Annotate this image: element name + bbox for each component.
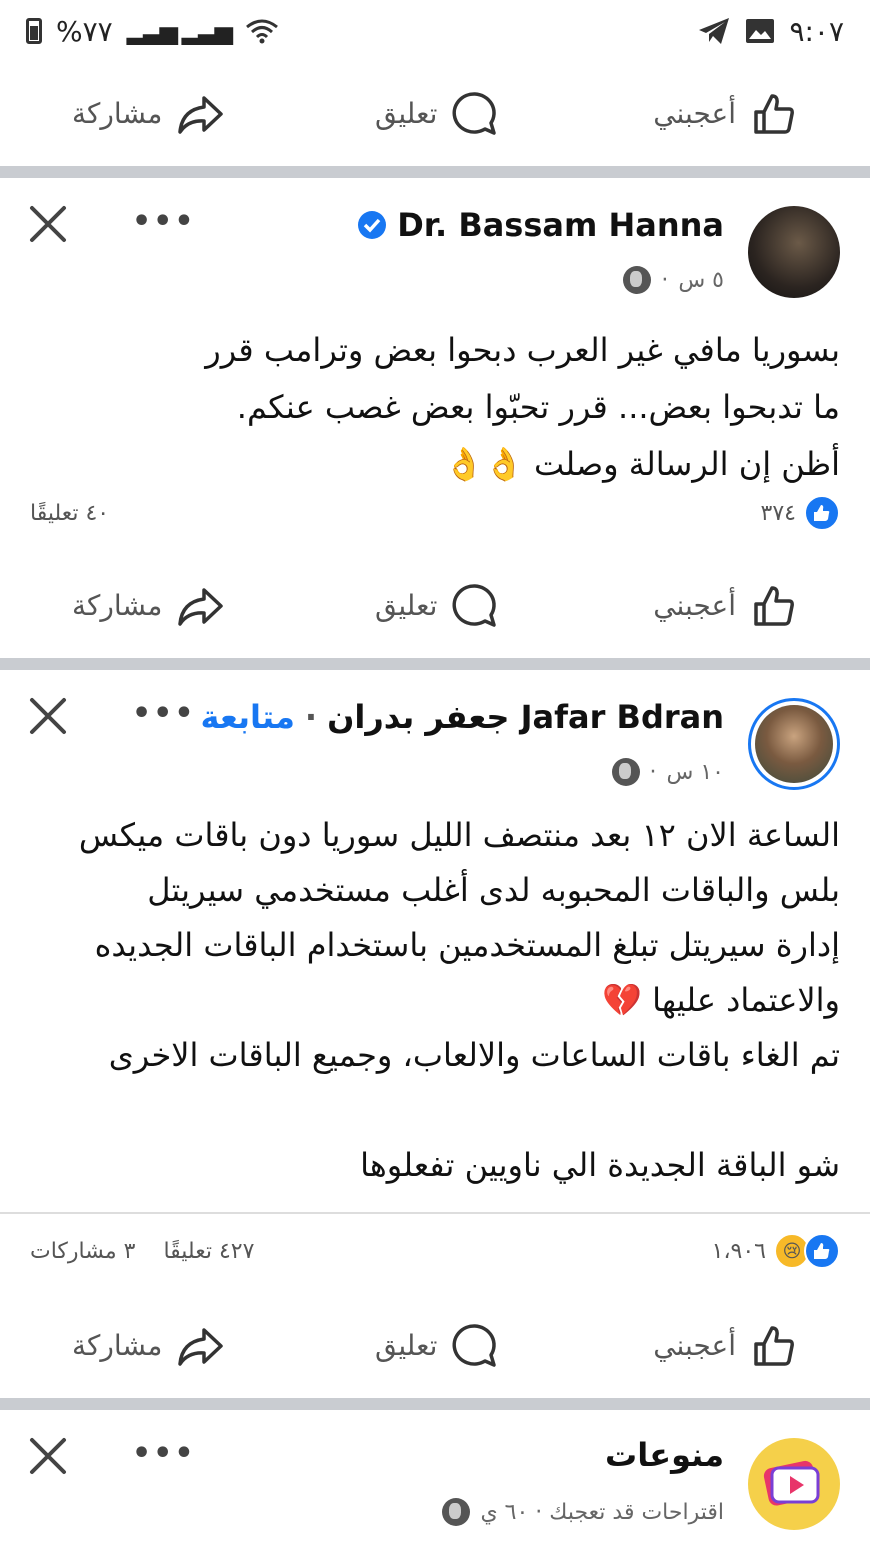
share-label: مشاركة (72, 97, 163, 130)
share-arrow-icon (178, 587, 224, 626)
post-time[interactable]: ٥ س (678, 268, 724, 293)
post-text-line: والاعتماد عليها 💔 (602, 981, 840, 1019)
thumbs-up-icon (754, 585, 794, 626)
like-button[interactable]: أعجبني (653, 582, 798, 630)
telegram-icon (699, 18, 730, 44)
more-options-icon[interactable]: ••• (132, 696, 196, 731)
globe-icon (611, 758, 640, 786)
comment-bubble-icon (452, 91, 497, 135)
post-body: الساعة الان ١٢ بعد منتصف الليل سوريا دون… (30, 808, 840, 1193)
share-arrow-icon (178, 95, 224, 134)
like-label: أعجبني (653, 97, 736, 130)
author-line: Dr. Bassam Hanna (357, 206, 724, 244)
verified-badge-icon (358, 211, 387, 239)
post-text-line (30, 1083, 840, 1138)
avatar[interactable] (748, 206, 840, 298)
comment-label: تعليق (375, 589, 438, 622)
close-icon[interactable] (26, 694, 70, 738)
reaction-count: ١،٩٠٦ (711, 1238, 766, 1264)
post-text-line: ما تدبحوا بعض... قرر تحبّوا بعض غصب عنكم… (236, 388, 840, 426)
gallery-icon (746, 19, 775, 43)
share-button[interactable]: مشاركة (72, 1322, 224, 1370)
globe-icon (442, 1498, 471, 1526)
separator (0, 1212, 870, 1214)
comment-button[interactable]: تعليق (375, 582, 499, 630)
comment-button[interactable]: تعليق (375, 90, 499, 138)
video-play-icon (763, 1460, 820, 1506)
thumbs-up-icon (754, 93, 794, 134)
post-text-line: شو الباقة الجديدة الي ناويين تفعلوها (360, 1146, 840, 1184)
comment-bubble-icon (452, 583, 497, 627)
post-divider (0, 658, 870, 670)
comments-count[interactable]: ٤٠ تعليقًا (30, 501, 109, 526)
page-name[interactable]: منوعات (605, 1436, 724, 1474)
comment-label: تعليق (375, 97, 438, 130)
close-icon[interactable] (26, 202, 70, 246)
post-body: بسوريا مافي غير العرب دبحوا بعض وترامب ق… (30, 322, 840, 493)
like-button[interactable]: أعجبني (653, 1322, 798, 1370)
shares-count: ٣ مشاركات (30, 1239, 136, 1264)
author-line: متابعة · جعفر بدران Jafar Bdran (200, 698, 724, 736)
battery-percent: %٧٧ (56, 14, 113, 48)
globe-icon (623, 266, 652, 294)
action-bar: أعجبني تعليق مشاركة (0, 1298, 870, 1393)
post-time[interactable]: ١٠ س (667, 760, 725, 785)
comment-label: تعليق (375, 1329, 438, 1362)
post-meta: · ١٠ س (611, 758, 725, 786)
post-meta: اقتراحات قد تعجبك · ٦٠ ي (442, 1498, 724, 1526)
comment-bubble-icon (452, 1323, 497, 1367)
post-text-line: إدارة سيريتل تبلغ المستخدمين باستخدام ال… (94, 926, 840, 964)
follow-button[interactable]: متابعة (201, 698, 295, 736)
engagement-counts[interactable]: ٤٢٧ تعليقًا ٣ مشاركات (30, 1239, 254, 1264)
post-meta: · ٥ س (623, 266, 724, 294)
page-avatar[interactable] (748, 1438, 840, 1530)
author-line: منوعات (605, 1436, 724, 1474)
like-label: أعجبني (653, 1329, 736, 1362)
reaction-summary[interactable]: ١،٩٠٦ 😢 (712, 1233, 840, 1269)
author-name[interactable]: جعفر بدران Jafar Bdran (327, 698, 724, 736)
post-text-line: الساعة الان ١٢ بعد منتصف الليل سوريا دون… (78, 816, 840, 854)
thumbs-up-icon (754, 1325, 794, 1366)
post-text-line: بسوريا مافي غير العرب دبحوا بعض وترامب ق… (205, 331, 840, 369)
clock: ٩:٠٧ (789, 14, 844, 48)
more-options-icon[interactable]: ••• (132, 1436, 196, 1471)
battery-icon (26, 18, 42, 44)
reactions-row: ٤٢٧ تعليقًا ٣ مشاركات ١،٩٠٦ 😢 (0, 1233, 870, 1273)
reactions-row: ٤٠ تعليقًا ٣٧٤ (0, 495, 870, 535)
share-button[interactable]: مشاركة (72, 90, 224, 138)
like-reaction-icon (804, 1233, 840, 1269)
comment-button[interactable]: تعليق (375, 1322, 499, 1370)
more-options-icon[interactable]: ••• (132, 204, 196, 239)
like-button[interactable]: أعجبني (653, 90, 798, 138)
share-label: مشاركة (72, 589, 163, 622)
close-icon[interactable] (26, 1434, 70, 1478)
share-button[interactable]: مشاركة (72, 582, 224, 630)
reaction-summary[interactable]: ٣٧٤ (761, 495, 840, 531)
signal-icon: ▂▃▅ ▂▃▅ (126, 17, 233, 45)
author-name[interactable]: Dr. Bassam Hanna (397, 206, 724, 244)
post-text-line: بلس والباقات المحبوبه لدى أغلب مستخدمي س… (147, 871, 840, 909)
like-reaction-icon (804, 495, 840, 531)
post-divider (0, 166, 870, 178)
post-text-line: أظن إن الرسالة وصلت 👌👌 (444, 445, 840, 483)
share-arrow-icon (178, 1327, 224, 1366)
status-bar: %٧٧ ▂▃▅ ▂▃▅ ٩:٠٧ (0, 0, 870, 62)
reaction-count: ٣٧٤ (760, 500, 796, 526)
avatar[interactable] (748, 698, 840, 790)
post-divider (0, 1398, 870, 1410)
share-label: مشاركة (72, 1329, 163, 1362)
action-bar: أعجبني تعليق مشاركة (0, 558, 870, 653)
comments-count: ٤٢٧ تعليقًا (163, 1239, 255, 1264)
suggestion-meta: اقتراحات قد تعجبك · ٦٠ ي (480, 1499, 724, 1525)
action-bar-top: أعجبني تعليق مشاركة (0, 66, 870, 161)
like-label: أعجبني (653, 589, 736, 622)
post-text-line: تم الغاء باقات الساعات والالعاب، وجميع ا… (108, 1036, 840, 1074)
wifi-icon (246, 19, 278, 44)
